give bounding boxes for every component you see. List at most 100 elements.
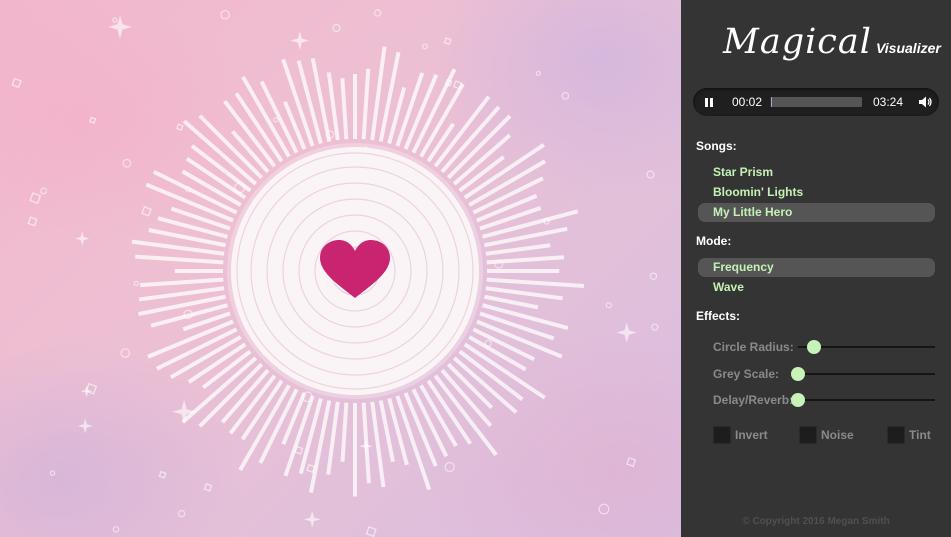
- logo-sub: Visualizer: [875, 40, 941, 56]
- frequency-bar: [433, 95, 491, 168]
- frequency-bar: [326, 401, 340, 475]
- frequency-bar: [198, 362, 264, 428]
- mode-label: Mode:: [696, 234, 732, 248]
- slider-track[interactable]: [798, 373, 935, 375]
- slider-track[interactable]: [798, 399, 935, 401]
- song-item[interactable]: Star Prism: [698, 163, 935, 182]
- slider-thumb[interactable]: [807, 340, 822, 354]
- sparkle-square: [365, 526, 377, 537]
- checkbox-box[interactable]: [887, 426, 905, 444]
- slider-label: Circle Radius:: [713, 340, 794, 354]
- sparkle-star: [616, 322, 637, 343]
- slider-circle-radius: Circle Radius:: [713, 339, 935, 355]
- invert-checkbox[interactable]: Invert: [713, 426, 768, 444]
- sparkle-square: [176, 123, 184, 131]
- frequency-bar: [361, 68, 371, 140]
- sparkle-circle: [651, 323, 659, 331]
- effects-label: Effects:: [696, 309, 741, 323]
- sparkle-circle: [598, 503, 610, 515]
- sparkle-square: [27, 216, 38, 227]
- sparkle-circle: [49, 470, 56, 476]
- tint-checkbox[interactable]: Tint: [887, 426, 931, 444]
- slider-delay-reverb: Delay/Reverb:: [713, 392, 935, 408]
- slider-label: Grey Scale:: [713, 367, 780, 381]
- frequency-bar: [440, 105, 501, 174]
- app-logo: Magical Visualizer: [723, 22, 941, 62]
- sparkle-circle: [40, 187, 48, 195]
- song-item[interactable]: Bloomin' Lights: [698, 183, 935, 202]
- frequency-bar: [426, 122, 456, 163]
- audio-player: 00:02 03:24: [693, 88, 939, 116]
- sparkle-square: [443, 37, 452, 46]
- sparkle-star: [290, 31, 310, 50]
- frequency-bar: [446, 114, 512, 180]
- sparkle-circle: [273, 117, 279, 123]
- pause-icon-bar: [710, 97, 713, 107]
- copyright-text: © Copyright 2016 Megan Smith: [742, 516, 890, 527]
- frequency-bar: [140, 277, 224, 288]
- checkbox-box[interactable]: [713, 426, 731, 444]
- sparkle-circle: [649, 272, 658, 281]
- checkbox-box[interactable]: [799, 426, 817, 444]
- song-item[interactable]: My Little Hero: [698, 203, 935, 222]
- sparkle-circle: [444, 461, 455, 473]
- sparkle-square: [141, 206, 152, 217]
- sparkle-circle: [177, 509, 186, 518]
- frequency-bar: [486, 255, 565, 265]
- visualizer-canvas: [0, 0, 681, 537]
- mode-item-frequency[interactable]: Frequency: [698, 258, 935, 277]
- frequency-bar: [486, 277, 585, 288]
- checkbox-label: Noise: [821, 428, 854, 442]
- slider-thumb[interactable]: [791, 367, 805, 381]
- frequency-bar: [340, 78, 349, 140]
- sparkle-square: [626, 456, 637, 468]
- songs-label: Songs:: [696, 139, 737, 153]
- sparkle-star: [77, 418, 93, 434]
- current-time: 00:02: [732, 95, 763, 109]
- pause-icon: [705, 97, 708, 107]
- sparkle-star: [108, 15, 132, 39]
- sparkle-circle: [605, 302, 612, 309]
- frequency-bar: [463, 342, 546, 400]
- sparkle-square: [158, 470, 167, 479]
- sparkle-circle: [535, 70, 541, 76]
- noise-checkbox[interactable]: Noise: [799, 426, 854, 444]
- sparkle-circle: [220, 9, 230, 20]
- frequency-bar: [308, 400, 332, 493]
- sparkle-circle: [133, 280, 139, 287]
- volume-button[interactable]: [917, 94, 933, 110]
- visualizer-svg: [11, 9, 659, 537]
- sparkle-star: [303, 510, 321, 528]
- slider-label: Delay/Reverb:: [713, 393, 794, 407]
- mode-item-wave[interactable]: Wave: [698, 278, 935, 297]
- frequency-bar: [198, 114, 264, 180]
- sparkle-circle: [112, 17, 118, 23]
- frequency-bar: [326, 72, 340, 141]
- checkbox-label: Tint: [909, 428, 931, 442]
- sparkle-square: [85, 382, 98, 395]
- speaker-icon: [919, 96, 932, 108]
- slider-thumb[interactable]: [791, 393, 805, 407]
- sparkle-circle: [561, 91, 570, 100]
- frequency-bar: [281, 392, 307, 445]
- frequency-bar: [485, 286, 563, 301]
- sparkle-circle: [332, 23, 341, 33]
- sparkle-square: [29, 192, 42, 205]
- frequency-bar: [463, 143, 545, 200]
- sparkle-square: [203, 483, 213, 492]
- sparkle-circle: [120, 348, 131, 358]
- frequency-bar: [361, 402, 371, 484]
- progress-marker: [770, 97, 772, 107]
- sparkle-star: [75, 231, 90, 246]
- frequency-bar: [340, 402, 349, 462]
- sparkle-circle: [373, 9, 382, 17]
- sparkle-circle: [112, 525, 120, 533]
- checkbox-label: Invert: [735, 428, 768, 442]
- total-time: 03:24: [873, 95, 904, 109]
- sparkle-circle: [646, 170, 655, 179]
- sparkle-square: [88, 116, 97, 124]
- progress-bar[interactable]: [770, 97, 862, 107]
- pause-button[interactable]: [695, 88, 723, 116]
- sparkle-square: [11, 77, 22, 89]
- control-panel: Magical Visualizer 00:02 03:24 Songs: Sta…: [681, 0, 951, 537]
